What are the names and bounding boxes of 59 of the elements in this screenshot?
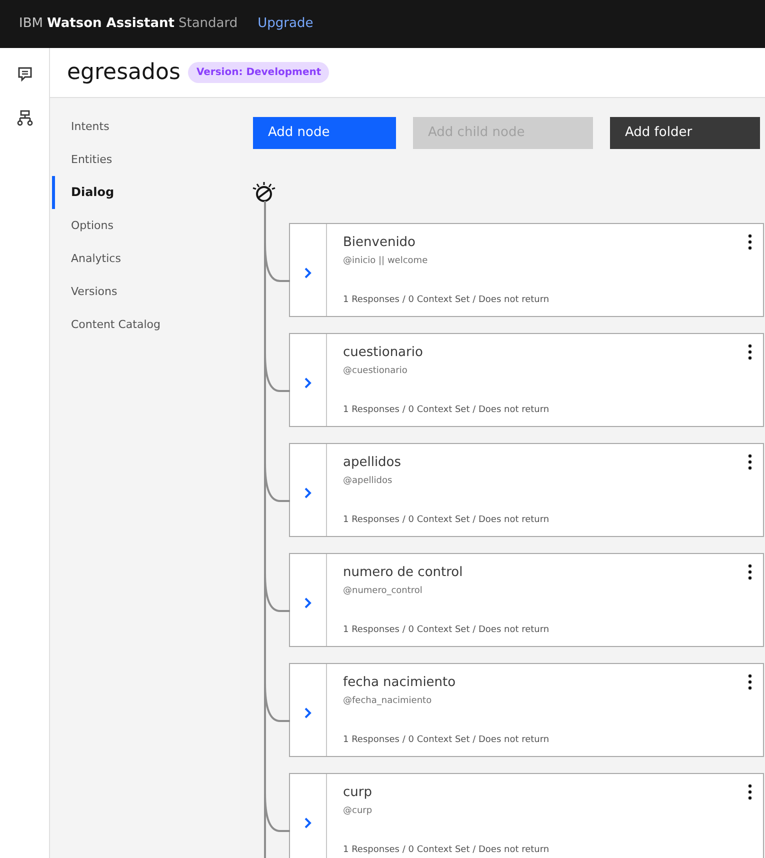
workspace-title: egresados: [67, 59, 180, 87]
node-title: fecha nacimiento: [343, 675, 457, 691]
connector-line: [264, 573, 290, 613]
connector-line: [264, 463, 290, 503]
node-title: Bienvenido: [343, 235, 417, 251]
node-summary: 1 Responses / 0 Context Set / Does not return: [343, 404, 550, 416]
overflow-menu-icon[interactable]: [748, 674, 752, 690]
node-summary: 1 Responses / 0 Context Set / Does not return: [343, 514, 550, 526]
dialog-node-card[interactable]: fecha nacimiento @fecha_nacimiento 1 Responses / 0 Context Set / Does not return: [289, 663, 764, 757]
node-title: apellidos: [343, 455, 402, 471]
brand-name: Watson Assistant: [46, 15, 174, 34]
watson-logo-icon: [252, 181, 276, 203]
dialog-node-card[interactable]: cuestionario @cuestionario 1 Responses / 0 Context Set / Does not return: [289, 333, 764, 427]
toolbar-button[interactable]: Add node: [253, 117, 396, 149]
chevron-right-icon[interactable]: [304, 817, 312, 829]
node-condition: @curp: [343, 805, 374, 817]
chat-icon[interactable]: [16, 66, 32, 82]
hierarchy-icon[interactable]: [16, 110, 32, 126]
chevron-right-icon[interactable]: [304, 267, 312, 279]
node-condition: @fecha_nacimiento: [343, 695, 433, 707]
node-summary: 1 Responses / 0 Context Set / Does not return: [343, 844, 550, 856]
node-condition: @apellidos: [343, 475, 394, 487]
node-summary: 1 Responses / 0 Context Set / Does not return: [343, 734, 550, 746]
chevron-right-icon[interactable]: [304, 597, 312, 609]
overflow-menu-icon[interactable]: [748, 344, 752, 360]
version-tag: Version: Development: [188, 62, 330, 83]
node-title: cuestionario: [343, 345, 424, 361]
upgrade-link[interactable]: Upgrade: [258, 14, 314, 34]
node-condition: @inicio || welcome: [343, 255, 429, 267]
nav-item[interactable]: Options: [52, 209, 240, 242]
dialog-node-card[interactable]: numero de control @numero_control 1 Responses / 0 Context Set / Does not return: [289, 553, 764, 647]
connector-line: [264, 243, 290, 283]
nav-item[interactable]: Versions: [52, 275, 240, 308]
overflow-menu-icon[interactable]: [748, 454, 752, 470]
connector-line: [264, 793, 290, 833]
chevron-right-icon[interactable]: [304, 487, 312, 499]
nav-item[interactable]: Analytics: [52, 242, 240, 275]
connector-line: [264, 683, 290, 723]
toolbar-button[interactable]: Add folder: [610, 117, 760, 149]
chevron-right-icon[interactable]: [304, 707, 312, 719]
nav-item[interactable]: Entities: [52, 143, 240, 176]
overflow-menu-icon[interactable]: [748, 564, 752, 580]
node-title: curp: [343, 785, 373, 801]
dialog-node-card[interactable]: curp @curp 1 Responses / 0 Context Set / Does not return: [289, 773, 764, 858]
dialog-node-card[interactable]: apellidos @apellidos 1 Responses / 0 Context Set / Does not return: [289, 443, 764, 537]
brand-prefix: IBM: [19, 15, 43, 34]
node-summary: 1 Responses / 0 Context Set / Does not return: [343, 624, 550, 636]
overflow-menu-icon[interactable]: [748, 784, 752, 800]
connector-line: [264, 353, 290, 393]
overflow-menu-icon[interactable]: [748, 234, 752, 250]
nav-item[interactable]: Intents: [52, 110, 240, 143]
chevron-right-icon[interactable]: [304, 377, 312, 389]
node-condition: @cuestionario: [343, 365, 408, 377]
dialog-node-card[interactable]: Bienvenido @inicio || welcome 1 Responses / 0 Context Set / Does not return: [289, 223, 764, 317]
plan-label: Standard: [178, 15, 238, 34]
node-title: numero de control: [343, 565, 464, 581]
nav-item[interactable]: Content Catalog: [52, 308, 240, 341]
node-condition: @numero_control: [343, 585, 424, 597]
node-summary: 1 Responses / 0 Context Set / Does not return: [343, 294, 550, 306]
